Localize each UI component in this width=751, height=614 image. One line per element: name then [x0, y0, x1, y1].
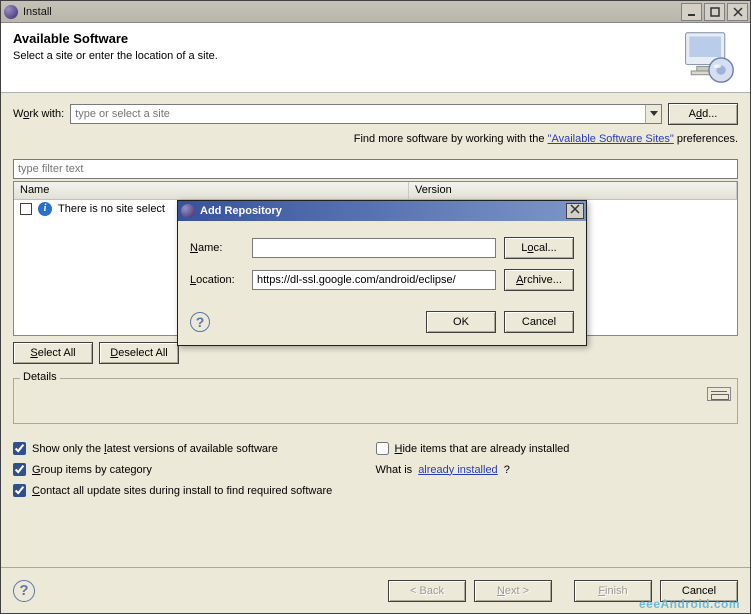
- select-all-button[interactable]: Select All: [13, 342, 93, 364]
- location-input[interactable]: [252, 270, 496, 290]
- details-label: Details: [20, 371, 60, 383]
- name-label: Name:: [190, 242, 244, 254]
- row-checkbox[interactable]: [20, 203, 32, 215]
- already-installed-row: What is already installed?: [376, 463, 739, 476]
- available-sites-link[interactable]: "Available Software Sites": [548, 133, 674, 145]
- name-input[interactable]: [252, 238, 496, 258]
- next-button[interactable]: Next >: [474, 580, 552, 602]
- opt-group-category[interactable]: Group items by category: [13, 463, 376, 476]
- modal-ok-button[interactable]: OK: [426, 311, 496, 333]
- modal-titlebar: Add Repository: [178, 201, 586, 221]
- empty-message: There is no site select: [58, 203, 165, 215]
- header-title: Available Software: [13, 31, 738, 46]
- filter-input[interactable]: [13, 159, 738, 179]
- modal-help-icon[interactable]: ?: [190, 312, 210, 332]
- archive-button[interactable]: Archive...: [504, 269, 574, 291]
- modal-close-button[interactable]: [566, 203, 584, 219]
- close-button[interactable]: [727, 3, 748, 21]
- eclipse-icon: [180, 203, 196, 219]
- window-title: Install: [23, 6, 681, 18]
- opt-contact-sites[interactable]: Contact all update sites during install …: [13, 484, 738, 497]
- work-with-row: Work with: Add...: [13, 103, 738, 125]
- wizard-install-icon: [680, 29, 736, 85]
- eclipse-icon: [3, 4, 19, 20]
- header-subtitle: Select a site or enter the location of a…: [13, 50, 738, 62]
- already-installed-link[interactable]: already installed: [418, 464, 498, 476]
- combo-dropdown-button[interactable]: [645, 105, 661, 123]
- deselect-all-button[interactable]: Deselect All: [99, 342, 179, 364]
- col-name[interactable]: Name: [14, 182, 409, 199]
- find-more-text: Find more software by working with the "…: [13, 133, 738, 145]
- restore-icon[interactable]: [707, 387, 731, 401]
- add-repository-dialog: Add Repository Name: Local... Location: …: [177, 200, 587, 346]
- work-with-label: Work with:: [13, 108, 64, 120]
- add-button[interactable]: Add...: [668, 103, 738, 125]
- opt-hide-installed[interactable]: Hide items that are already installed: [376, 442, 739, 455]
- work-with-input[interactable]: [71, 108, 645, 120]
- modal-cancel-button[interactable]: Cancel: [504, 311, 574, 333]
- work-with-combo[interactable]: [70, 104, 662, 124]
- local-button[interactable]: Local...: [504, 237, 574, 259]
- maximize-button[interactable]: [704, 3, 725, 21]
- watermark: eeeAndroid.com: [639, 597, 740, 611]
- close-icon: [570, 204, 580, 214]
- col-version[interactable]: Version: [409, 182, 737, 199]
- info-icon: i: [38, 202, 52, 216]
- opt-latest-versions[interactable]: Show only the latest versions of availab…: [13, 442, 376, 455]
- chevron-down-icon: [650, 110, 658, 118]
- back-button[interactable]: < Back: [388, 580, 466, 602]
- location-label: Location:: [190, 274, 244, 286]
- help-icon[interactable]: ?: [13, 580, 35, 602]
- minimize-button[interactable]: [681, 3, 702, 21]
- modal-title: Add Repository: [200, 205, 566, 217]
- details-group: Details: [13, 378, 738, 424]
- install-window: Install Available Software Select a site…: [0, 0, 751, 614]
- wizard-header: Available Software Select a site or ente…: [1, 23, 750, 93]
- wizard-footer: ? < Back Next > Finish Cancel: [1, 567, 750, 613]
- titlebar: Install: [1, 1, 750, 23]
